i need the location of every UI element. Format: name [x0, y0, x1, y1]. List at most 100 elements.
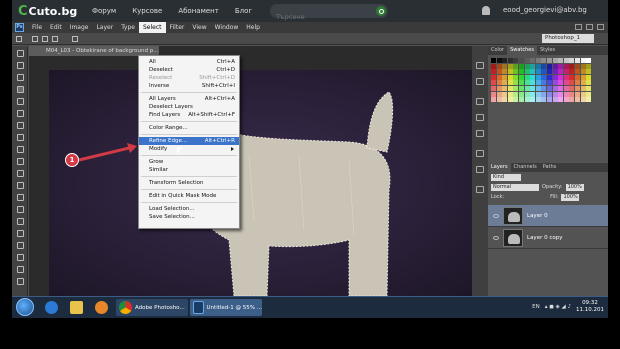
tab-layers[interactable]: Layers: [488, 163, 511, 172]
info-panel-icon[interactable]: [476, 186, 484, 193]
color-swatch[interactable]: [524, 80, 530, 86]
color-swatch[interactable]: [563, 97, 569, 103]
brush-tool-icon[interactable]: [17, 134, 24, 141]
color-swatch[interactable]: [530, 58, 536, 63]
eye-icon[interactable]: [493, 235, 499, 240]
color-swatch[interactable]: [530, 85, 536, 91]
dodge-tool-icon[interactable]: [17, 206, 24, 213]
color-swatch[interactable]: [541, 97, 547, 103]
color-swatch[interactable]: [546, 58, 552, 63]
marquee-tool-icon[interactable]: [17, 62, 24, 69]
eraser-tool-icon[interactable]: [17, 170, 24, 177]
color-swatch[interactable]: [574, 85, 580, 91]
color-swatch[interactable]: [563, 85, 569, 91]
color-swatch[interactable]: [502, 91, 508, 97]
color-swatch[interactable]: [518, 80, 524, 86]
color-swatch[interactable]: [507, 63, 513, 69]
color-swatch[interactable]: [586, 58, 592, 63]
color-swatch[interactable]: [502, 63, 508, 69]
menu-item-deselect-layers[interactable]: Deselect Layers: [139, 103, 239, 111]
color-swatch[interactable]: [586, 80, 592, 86]
menu-item-load-selection[interactable]: Load Selection...: [139, 205, 239, 213]
color-swatch[interactable]: [541, 85, 547, 91]
color-swatch[interactable]: [546, 91, 552, 97]
color-swatch[interactable]: [580, 97, 586, 103]
menu-item-find-layers[interactable]: Find Layers Alt+Shift+Ctrl+F: [139, 111, 239, 119]
subtract-selection-icon[interactable]: [52, 36, 58, 42]
color-swatch[interactable]: [518, 85, 524, 91]
brush-panel-icon[interactable]: [476, 114, 484, 121]
gradient-tool-icon[interactable]: [17, 182, 24, 189]
color-swatch[interactable]: [530, 97, 536, 103]
clone-source-icon[interactable]: [476, 130, 484, 137]
start-button-icon[interactable]: [16, 298, 34, 316]
healing-tool-icon[interactable]: [17, 122, 24, 129]
color-swatch[interactable]: [507, 69, 513, 75]
color-swatch[interactable]: [502, 97, 508, 103]
color-swatch[interactable]: [502, 69, 508, 75]
color-swatch[interactable]: [569, 85, 575, 91]
crop-tool-icon[interactable]: [17, 98, 24, 105]
color-swatch[interactable]: [513, 63, 519, 69]
minimize-icon[interactable]: [575, 24, 582, 30]
layer-row[interactable]: Layer 0 copy: [488, 227, 608, 249]
color-swatch[interactable]: [552, 63, 558, 69]
color-swatch[interactable]: [574, 91, 580, 97]
user-email[interactable]: eood_georgievi@abv.bg: [503, 6, 587, 14]
color-swatch[interactable]: [502, 80, 508, 86]
color-swatch[interactable]: [496, 85, 502, 91]
color-swatch[interactable]: [574, 63, 580, 69]
color-swatch[interactable]: [541, 74, 547, 80]
type-tool-icon[interactable]: [17, 230, 24, 237]
path-selection-icon[interactable]: [17, 242, 24, 249]
menu-item-save-selection[interactable]: Save Selection...: [139, 213, 239, 221]
color-swatch[interactable]: [524, 69, 530, 75]
menu-item-all-layers[interactable]: All Layers Alt+Ctrl+A: [139, 95, 239, 103]
zoom-tool-icon[interactable]: [17, 278, 24, 285]
tab-color[interactable]: Color: [488, 46, 507, 55]
color-swatch[interactable]: [558, 69, 564, 75]
color-swatch[interactable]: [530, 91, 536, 97]
brush-size-icon[interactable]: [72, 36, 78, 42]
bell-icon[interactable]: [482, 6, 490, 15]
color-swatch[interactable]: [518, 74, 524, 80]
history-brush-icon[interactable]: [17, 158, 24, 165]
color-swatch[interactable]: [574, 69, 580, 75]
color-swatch[interactable]: [569, 58, 575, 63]
color-swatch[interactable]: [530, 69, 536, 75]
color-swatch[interactable]: [496, 80, 502, 86]
color-swatch[interactable]: [546, 69, 552, 75]
menu-edit[interactable]: Edit: [46, 22, 66, 33]
hand-tool-icon[interactable]: [17, 266, 24, 273]
color-swatch[interactable]: [552, 85, 558, 91]
color-swatch[interactable]: [496, 74, 502, 80]
color-swatch[interactable]: [507, 91, 513, 97]
color-swatch[interactable]: [530, 63, 536, 69]
menu-item-transform-selection[interactable]: Transform Selection: [139, 179, 239, 187]
canvas[interactable]: [49, 70, 472, 296]
color-swatch[interactable]: [513, 69, 519, 75]
blur-tool-icon[interactable]: [17, 194, 24, 201]
color-swatch[interactable]: [491, 80, 496, 86]
color-swatch[interactable]: [513, 91, 519, 97]
chrome-taskbar-button[interactable]: Adobe Photosho...: [116, 299, 188, 316]
color-swatch[interactable]: [541, 69, 547, 75]
color-swatch[interactable]: [518, 58, 524, 63]
color-swatch[interactable]: [491, 91, 496, 97]
menu-select[interactable]: Select: [138, 22, 166, 33]
lasso-tool-icon[interactable]: [17, 74, 24, 81]
color-swatch[interactable]: [518, 63, 524, 69]
move-tool-icon[interactable]: [17, 50, 24, 57]
color-swatch[interactable]: [524, 91, 530, 97]
tab-styles[interactable]: Styles: [537, 46, 558, 55]
color-swatch[interactable]: [580, 63, 586, 69]
color-swatch[interactable]: [491, 85, 496, 91]
color-swatch[interactable]: [563, 69, 569, 75]
color-swatch[interactable]: [546, 97, 552, 103]
ie-taskbar-button[interactable]: [42, 299, 60, 316]
nav-item-blog[interactable]: Блог: [235, 7, 252, 15]
color-swatch[interactable]: [580, 74, 586, 80]
search-icon[interactable]: [376, 6, 387, 16]
tab-paths[interactable]: Paths: [540, 163, 560, 172]
menu-image[interactable]: Image: [66, 22, 93, 33]
